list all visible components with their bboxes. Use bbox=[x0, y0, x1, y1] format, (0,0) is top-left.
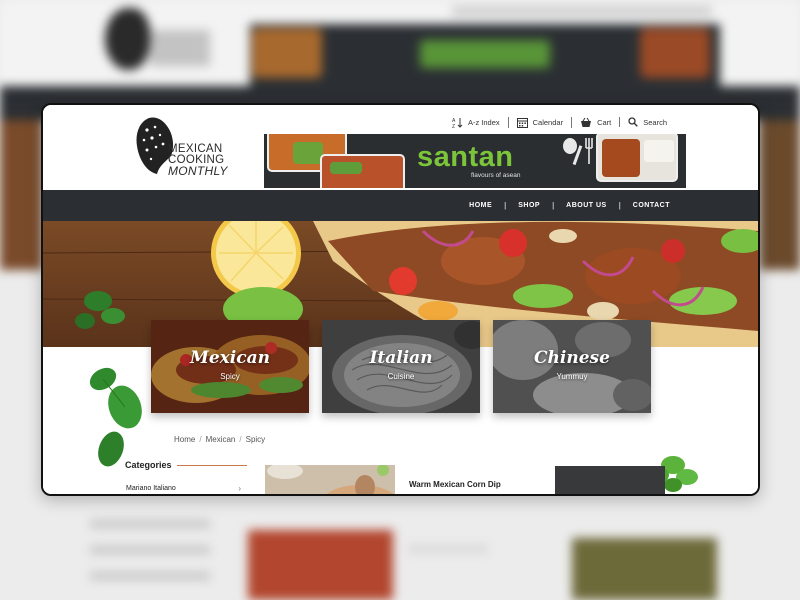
bg-list-line bbox=[90, 546, 210, 554]
breadcrumb-separator: / bbox=[199, 435, 202, 444]
logo-wordmark: MEXICAN COOKING MONTHLY bbox=[168, 143, 228, 178]
category-title: Mexican bbox=[190, 348, 270, 368]
website-preview-card: MEXICAN COOKING MONTHLY A Z A-z Index Ca… bbox=[41, 103, 760, 496]
basil-leaves-icon bbox=[89, 367, 142, 467]
utility-links: A Z A-z Index Calendar Cart Search bbox=[444, 115, 675, 129]
search-link[interactable]: Search bbox=[619, 117, 675, 127]
sidebar-categories: Categories Mariano Italiano › bbox=[125, 460, 247, 493]
bg-list-line bbox=[90, 572, 210, 580]
breadcrumb: Home / Mexican / Spicy bbox=[174, 435, 265, 444]
bg-image bbox=[572, 538, 717, 600]
bg-logo-text bbox=[150, 30, 210, 66]
category-card-chinese[interactable]: Chinese Yummuy bbox=[493, 320, 651, 413]
logo-line-3: MONTHLY bbox=[168, 164, 228, 178]
az-sort-icon: A Z bbox=[452, 117, 463, 128]
bg-image bbox=[248, 530, 393, 600]
cart-link[interactable]: Cart bbox=[571, 116, 619, 128]
food-tray-image bbox=[320, 154, 405, 188]
az-index-label: A-z Index bbox=[467, 117, 500, 127]
site-logo[interactable]: MEXICAN COOKING MONTHLY bbox=[135, 116, 235, 178]
category-title: Chinese bbox=[534, 348, 610, 368]
breadcrumb-mexican[interactable]: Mexican bbox=[206, 435, 236, 444]
bg-top-links bbox=[452, 6, 712, 16]
main-nav: HOME | SHOP | ABOUT US | CONTACT bbox=[43, 190, 758, 221]
calendar-label: Calendar bbox=[532, 117, 564, 127]
category-title: Italian bbox=[369, 348, 433, 368]
nav-shop[interactable]: SHOP bbox=[506, 202, 552, 209]
bg-list-line bbox=[90, 520, 210, 528]
bg-text-line bbox=[408, 545, 488, 553]
search-icon bbox=[628, 117, 639, 127]
nav-contact[interactable]: CONTACT bbox=[621, 202, 682, 209]
banner-brand: santan bbox=[417, 141, 514, 173]
food-tray-image bbox=[596, 134, 678, 182]
cart-label: Cart bbox=[597, 117, 612, 127]
search-label: Search bbox=[643, 117, 667, 127]
category-subtitle: Spicy bbox=[220, 372, 240, 381]
corn-dip-photo bbox=[265, 465, 395, 494]
sidebar-item-mariano-italiano[interactable]: Mariano Italiano › bbox=[126, 484, 241, 493]
category-card-italian[interactable]: Italian Cuisine bbox=[322, 320, 480, 413]
category-subtitle: Cuisine bbox=[387, 372, 415, 381]
post-thumbnail[interactable] bbox=[265, 465, 395, 494]
basket-icon bbox=[581, 117, 592, 127]
nav-home[interactable]: HOME bbox=[457, 202, 504, 209]
category-subtitle: Yummuy bbox=[556, 372, 588, 381]
title-underline bbox=[177, 465, 247, 466]
site-header: MEXICAN COOKING MONTHLY A Z A-z Index Ca… bbox=[43, 105, 758, 190]
banner-tagline: flavours of asean bbox=[471, 172, 521, 179]
calendar-link[interactable]: Calendar bbox=[507, 116, 571, 128]
svg-text:Z: Z bbox=[452, 124, 455, 128]
bg-hero-right bbox=[760, 120, 800, 270]
az-index-link[interactable]: A Z A-z Index bbox=[444, 117, 508, 128]
breadcrumb-separator: / bbox=[239, 435, 242, 444]
bg-hero-left bbox=[0, 120, 42, 270]
chevron-right-icon: › bbox=[238, 484, 241, 493]
category-card-mexican[interactable]: Mexican Spicy bbox=[151, 320, 309, 413]
bg-banner bbox=[250, 24, 720, 86]
advert-banner[interactable]: santan flavours of asean bbox=[264, 134, 686, 188]
sidebar-item-label: Mariano Italiano bbox=[126, 485, 176, 492]
post-thumbnail[interactable] bbox=[555, 466, 665, 494]
breadcrumb-current: Spicy bbox=[245, 435, 266, 444]
post-title[interactable]: Warm Mexican Corn Dip bbox=[409, 480, 501, 489]
nav-about-us[interactable]: ABOUT US bbox=[554, 202, 619, 209]
breadcrumb-home[interactable]: Home bbox=[174, 435, 195, 444]
bg-logo bbox=[105, 8, 150, 70]
spoon-fork-icon bbox=[563, 138, 593, 166]
calendar-icon bbox=[516, 117, 528, 128]
